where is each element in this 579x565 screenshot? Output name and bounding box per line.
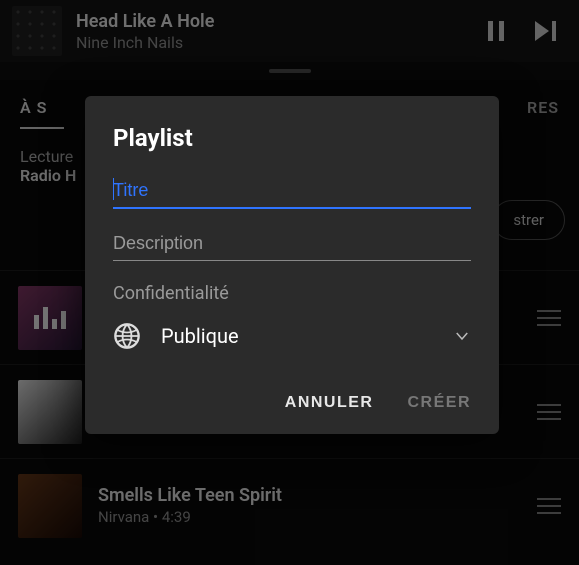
- text-caret: [113, 178, 114, 200]
- chevron-down-icon: [453, 327, 471, 345]
- create-button[interactable]: CRÉER: [407, 394, 471, 412]
- privacy-value: Publique: [161, 324, 433, 348]
- privacy-selector[interactable]: Publique: [113, 318, 471, 364]
- modal-heading: Playlist: [113, 124, 471, 152]
- globe-icon: [113, 322, 141, 350]
- playlist-description-input[interactable]: [113, 227, 471, 261]
- cancel-button[interactable]: ANNULER: [285, 394, 374, 412]
- title-field-wrapper: [113, 174, 471, 209]
- description-field-wrapper: [113, 227, 471, 261]
- create-playlist-modal: Playlist Confidentialité Publique ANNULE…: [85, 96, 499, 434]
- privacy-label: Confidentialité: [113, 283, 471, 304]
- playlist-title-input[interactable]: [113, 174, 471, 209]
